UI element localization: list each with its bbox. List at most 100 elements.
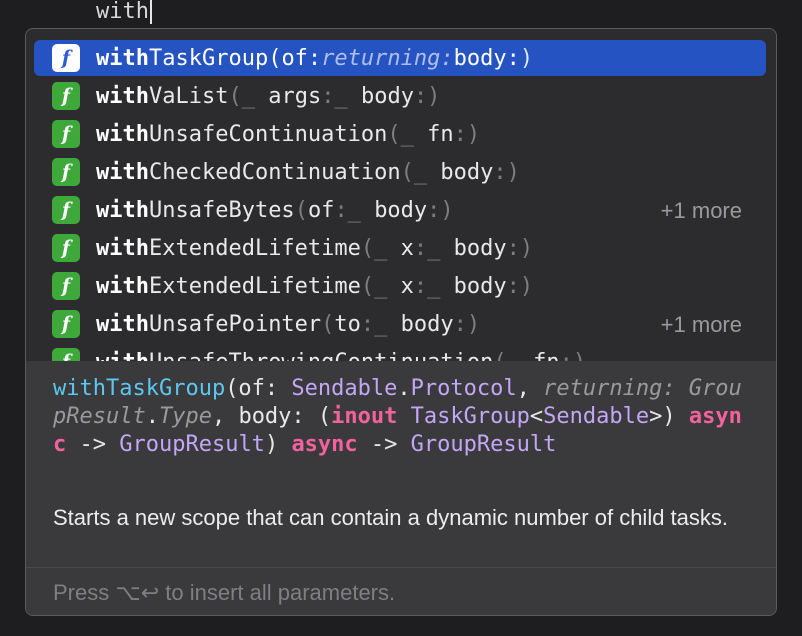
completion-signature: withExtendedLifetime(_ x:_ body:) [96, 274, 533, 299]
matched-prefix: with [96, 121, 149, 147]
declaration-token: inout [331, 404, 398, 429]
signature-part: :) [427, 197, 454, 223]
completion-signature: withUnsafeThrowingContinuation(_ fn:) [96, 350, 586, 362]
completion-item[interactable]: f withExtendedLifetime(_ x:_ body:) [34, 230, 766, 266]
matched-prefix: with [96, 159, 149, 185]
declaration-token: GroupResult [119, 432, 265, 457]
function-icon: f [52, 196, 80, 224]
declaration-token: . [397, 376, 411, 401]
signature-part: VaList [148, 83, 229, 109]
signature-part: of: [281, 45, 322, 71]
completion-item[interactable]: f withVaList(_ args:_ body:) [34, 78, 766, 114]
completion-item[interactable]: f withUnsafeThrowingContinuation(_ fn:) [34, 344, 766, 361]
function-icon: f [52, 272, 80, 300]
function-icon: f [52, 158, 80, 186]
signature-part: returning: [321, 45, 454, 71]
signature-part: body [440, 159, 494, 185]
signature-part: ( [294, 197, 308, 223]
signature-part: :) [493, 159, 520, 185]
signature-part: body [453, 273, 507, 299]
signature-part: TaskGroup( [148, 45, 282, 71]
completion-signature: withCheckedContinuation(_ body:) [96, 160, 520, 185]
signature-part: (_ [387, 121, 428, 147]
completion-signature: withUnsafePointer(to:_ body:) [96, 312, 480, 337]
matched-prefix: with [96, 311, 149, 337]
text-caret [149, 0, 152, 24]
completion-signature: withExtendedLifetime(_ x:_ body:) [96, 236, 533, 261]
quick-help-panel: withTaskGroup(of: Sendable.Protocol, ret… [26, 361, 776, 567]
signature-part: :) [453, 311, 481, 337]
completion-signature: withUnsafeContinuation(_ fn:) [96, 122, 480, 147]
declaration-token: TaskGroup [410, 404, 530, 429]
more-overloads-label: +1 more [660, 198, 742, 223]
signature-part: :_ [413, 235, 454, 261]
function-icon: f [52, 234, 80, 262]
signature-part: UnsafePointer [148, 311, 322, 337]
signature-part: CheckedContinuation [148, 159, 401, 185]
declaration-token: >) [649, 404, 689, 429]
declaration-token: ) [264, 432, 292, 457]
declaration-token: withTaskGroup [53, 376, 226, 401]
declaration-token: Protocol [410, 376, 517, 401]
declaration-token: . [145, 404, 159, 429]
description-text: Starts a new scope that can contain a dy… [53, 505, 729, 530]
signature-part: UnsafeThrowingContinuation [149, 350, 493, 362]
signature-part: (_ [228, 83, 269, 109]
more-overloads-label: +1 more [660, 312, 742, 337]
signature-part: args [268, 83, 322, 109]
declaration-token: Sendable [291, 376, 398, 401]
completion-item[interactable]: f withUnsafeContinuation(_ fn:) [34, 116, 766, 152]
completion-item[interactable]: f withUnsafeBytes(of:_ body:) +1 more [34, 192, 766, 228]
completion-item[interactable]: f withUnsafePointer(to:_ body:) +1 more [34, 306, 766, 342]
completion-item[interactable]: f withCheckedContinuation(_ body:) [34, 154, 766, 190]
signature-part: body [374, 197, 428, 223]
signature-part: (_ [360, 235, 401, 261]
declaration-token: -> [66, 432, 120, 457]
signature-part: fn [533, 350, 560, 362]
signature-part: :) [506, 273, 534, 299]
signature-part: ExtendedLifetime [148, 273, 361, 299]
signature-part: UnsafeBytes [148, 197, 295, 223]
typed-text: with [96, 0, 149, 24]
declaration-token: (of: [225, 376, 292, 401]
matched-prefix: with [96, 83, 149, 109]
signature-part: ExtendedLifetime [148, 235, 361, 261]
matched-prefix: with [96, 273, 149, 299]
signature-part: (_ [493, 350, 533, 362]
completion-list[interactable]: f withTaskGroup(of:returning:body:) f withV… [26, 29, 776, 361]
completion-item[interactable]: f withExtendedLifetime(_ x:_ body:) [34, 268, 766, 304]
signature-part: body [453, 235, 507, 261]
matched-prefix: with [96, 235, 149, 261]
declaration-token: Type [158, 404, 212, 429]
declaration-token: async [291, 432, 358, 457]
signature-part: UnsafeContinuation [148, 121, 388, 147]
signature-part: x [400, 235, 414, 261]
function-icon: f [52, 120, 80, 148]
declaration-token: < [529, 404, 544, 429]
signature-part: :_ [321, 83, 361, 109]
signature-part: :_ [334, 197, 375, 223]
signature-part: of [307, 197, 335, 223]
signature-part: ( [321, 311, 335, 337]
completion-signature: withVaList(_ args:_ body:) [96, 84, 440, 109]
signature-part: :_ [360, 311, 401, 337]
matched-prefix: with [96, 350, 149, 362]
matched-prefix: with [96, 197, 149, 223]
editor-line[interactable]: with [96, 0, 152, 24]
signature-part: body [360, 83, 414, 109]
completion-item-selected[interactable]: f withTaskGroup(of:returning:body:) [34, 40, 766, 76]
signature-part: (_ [400, 159, 441, 185]
signature-part: :) [506, 235, 534, 261]
completion-signature: withTaskGroup(of:returning:body:) [96, 46, 533, 71]
signature-part: :) [413, 83, 441, 109]
signature-part: (_ [360, 273, 401, 299]
signature-part: :) [560, 350, 587, 362]
declaration-token: , body: ( [211, 404, 332, 429]
function-icon: f [52, 348, 80, 361]
signature-part: to [334, 311, 361, 337]
insert-parameters-hint: Press ⌥↩ to insert all parameters. [53, 580, 396, 605]
declaration-token [397, 404, 410, 429]
declaration-token: GroupResult [410, 432, 557, 457]
signature-part: body: [453, 45, 520, 71]
signature-part: :_ [413, 273, 454, 299]
